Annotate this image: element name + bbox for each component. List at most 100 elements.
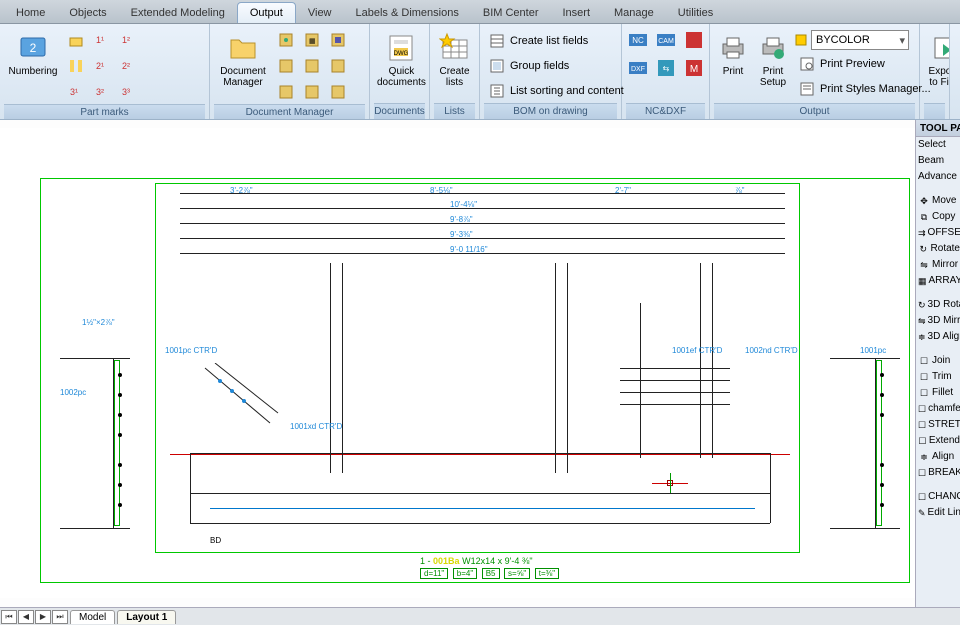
dm-btn-4[interactable] [274,54,298,78]
dm-btn-9[interactable] [326,80,350,104]
palette-join[interactable]: ☐Join [916,353,960,369]
pm-btn-7[interactable]: 3¹ [64,80,88,104]
tab-utilities[interactable]: Utilities [666,3,725,23]
cam-btn[interactable]: CAM [654,28,678,52]
dxf-btn[interactable]: DXF [626,56,650,80]
align3d-icon: ≑ [918,331,926,343]
sheet-tab-model[interactable]: Model [70,610,115,624]
palette-array[interactable]: ▦ARRAY [916,273,960,289]
dm-btn-3[interactable] [326,28,350,52]
tab-objects[interactable]: Objects [57,3,118,23]
list-sorting-button[interactable]: List sorting and content [484,80,629,102]
beam-bot2 [190,523,770,524]
export-file-button[interactable]: Export to File [924,28,950,92]
palette-move[interactable]: ✥Move [916,193,960,209]
bolt-l-4 [118,433,122,437]
dm-btn-6[interactable] [326,54,350,78]
create-lists-button[interactable]: Create lists [434,28,475,92]
join-icon: ☐ [918,355,930,367]
paint-icon [794,33,808,47]
palette-3dmirror[interactable]: ⇋3D Mirror [916,313,960,329]
drawing-canvas[interactable]: 3'-2⅞" 8'-5⅛" 2'-7" ⅞" 10'-4⅛" 9'-8⅞" 9'… [0,128,915,598]
palette-extend[interactable]: ☐Extend [916,433,960,449]
palette-edit-line[interactable]: ✎Edit Line [916,505,960,521]
numbering-button[interactable]: 2 Numbering [4,28,62,81]
sheet-nav-last[interactable]: ⏭ [52,610,68,624]
pm-btn-3[interactable]: 1² [116,28,140,52]
palette-fillet[interactable]: ☐Fillet [916,385,960,401]
palette-change[interactable]: ☐CHANGE [916,489,960,505]
print-preview-button[interactable]: Print Preview [794,53,936,75]
dm-btn-7[interactable] [274,80,298,104]
clip-4 [620,404,730,405]
palette-offset[interactable]: ⇉OFFSET [916,225,960,241]
palette-trim[interactable]: ☐Trim [916,369,960,385]
palette-header: TOOL PALETTE [916,120,960,137]
create-list-fields-button[interactable]: Create list fields [484,30,593,52]
m-btn[interactable]: M [682,56,706,80]
sheet-nav-first[interactable]: ⏮ [1,610,17,624]
tab-extended-modeling[interactable]: Extended Modeling [119,3,237,23]
tab-labels-dimensions[interactable]: Labels & Dimensions [344,3,471,23]
palette-beam[interactable]: Beam [916,153,960,169]
print-color-select[interactable]: BYCOLOR [811,30,909,50]
pm-btn-1[interactable] [64,28,88,52]
print-setup-button[interactable]: Print Setup [754,28,792,92]
palette-select[interactable]: Select [916,137,960,153]
bolt-l-1 [118,373,122,377]
tab-manage[interactable]: Manage [602,3,666,23]
dm-btn-2[interactable]: ▦ [300,28,324,52]
sheet-tab-layout1[interactable]: Layout 1 [117,610,176,624]
ncdxf-grid: NC CAM DXF ⇆ M [626,28,708,82]
palette-stretch[interactable]: ☐STRETCH [916,417,960,433]
tab-home[interactable]: Home [4,3,57,23]
svg-text:2²: 2² [122,61,130,71]
dimline-4 [180,238,785,239]
tab-view[interactable]: View [296,3,344,23]
pm-btn-2[interactable]: 1¹ [90,28,114,52]
tab-insert[interactable]: Insert [551,3,603,23]
drawing-area[interactable]: 3'-2⅞" 8'-5⅛" 2'-7" ⅞" 10'-4⅛" 9'-8⅞" 9'… [0,120,960,607]
tag-d: d=11" [420,568,448,579]
sheet-nav-next[interactable]: ▶ [35,610,51,624]
pm-btn-8[interactable]: 3² [90,80,114,104]
document-manager-button[interactable]: Document Manager [214,28,272,92]
pm-btn-4[interactable] [64,54,88,78]
palette-break[interactable]: ☐BREAK [916,465,960,481]
dm-btn-5[interactable] [300,54,324,78]
palette-rotate[interactable]: ↻Rotate [916,241,960,257]
palette-chamfer[interactable]: ☐chamfer [916,401,960,417]
bolt-r-3 [880,413,884,417]
list-sorting-label: List sorting and content [510,85,624,97]
palette-3dalign[interactable]: ≑3D Align [916,329,960,345]
fillet-icon: ☐ [918,387,930,399]
group-fields-button[interactable]: Group fields [484,55,574,77]
palette-copy[interactable]: ⧉Copy [916,209,960,225]
dm-btn-1[interactable] [274,28,298,52]
quick-documents-button[interactable]: DWG Quick documents [374,28,429,92]
rotate3d-icon: ↻ [918,299,926,311]
palette-3drotate[interactable]: ↻3D Rotate [916,297,960,313]
palette-mirror[interactable]: ⇋Mirror [916,257,960,273]
palette-advance[interactable]: Advance [916,169,960,185]
print-styles-button[interactable]: Print Styles Manager... [794,78,936,100]
print-button[interactable]: Print [714,28,752,81]
pm-btn-9[interactable]: 3³ [116,80,140,104]
dm-btn-8[interactable] [300,80,324,104]
nc-btn[interactable]: NC [626,28,650,52]
tag-b: b=4" [453,568,477,579]
svg-text:2: 2 [30,41,37,55]
pm-btn-5[interactable]: 2¹ [90,54,114,78]
bolt-r-6 [880,503,884,507]
nc-ex-btn[interactable]: ⇆ [654,56,678,80]
export-red-btn[interactable] [682,28,706,52]
ep-l-dim: 1½"×2⅞" [82,318,115,327]
chamfer-icon: ☐ [918,403,926,415]
sheet-nav-prev[interactable]: ◀ [18,610,34,624]
ribbon: 2 Numbering 1¹ 1² 2¹ 2² 3¹ 3² 3³ Part ma… [0,24,960,120]
palette-align[interactable]: ≑Align [916,449,960,465]
tab-output[interactable]: Output [237,2,296,23]
stiff-1 [330,263,331,473]
pm-btn-6[interactable]: 2² [116,54,140,78]
tab-bim-center[interactable]: BIM Center [471,3,551,23]
